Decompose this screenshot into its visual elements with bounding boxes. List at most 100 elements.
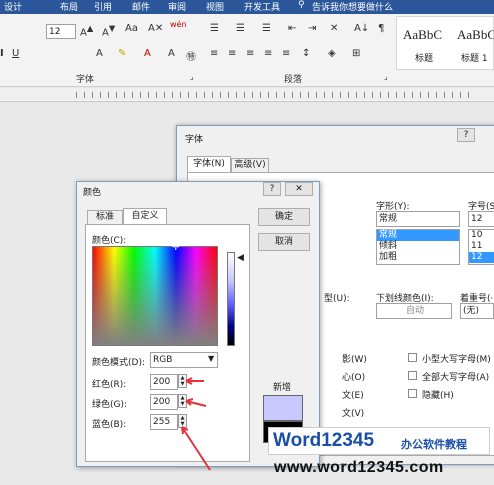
chinese-layout-icon[interactable]: ✕: [330, 23, 338, 34]
numbering-icon[interactable]: ☰: [236, 23, 245, 34]
font-size-option[interactable]: 12: [469, 252, 494, 263]
red-input[interactable]: 200: [150, 374, 178, 390]
underline-button[interactable]: U: [12, 48, 19, 59]
cancel-button[interactable]: 取消: [258, 233, 310, 251]
blue-label: 蓝色(B):: [92, 420, 127, 430]
effect-shadow-label: 影(W): [342, 355, 367, 365]
tab-font[interactable]: 字体(N): [187, 156, 231, 172]
font-size-input[interactable]: 12: [468, 211, 494, 227]
blue-input[interactable]: 255: [150, 414, 178, 430]
spectrum-cursor-icon: ✛: [172, 243, 180, 253]
green-label: 绿色(G):: [92, 400, 128, 410]
enclose-char-icon[interactable]: ㊕: [186, 48, 196, 63]
tab-design[interactable]: 设计: [4, 0, 22, 13]
char-shade-icon[interactable]: A: [168, 48, 175, 59]
decrease-indent-icon[interactable]: ⇤: [288, 23, 296, 34]
highlight-icon[interactable]: ✎: [118, 48, 126, 59]
case-icon[interactable]: Aa: [125, 23, 138, 34]
italic-button[interactable]: I: [0, 48, 4, 59]
show-marks-icon[interactable]: ¶: [378, 23, 384, 34]
font-color-icon[interactable]: A: [144, 48, 151, 59]
small-caps-label: 小型大写字母(M): [422, 355, 491, 365]
font-size-list[interactable]: 10 11 12: [468, 229, 494, 265]
font-style-option[interactable]: 常规: [377, 230, 459, 241]
tab-standard[interactable]: 标准: [87, 210, 123, 224]
font-style-list[interactable]: 常规 倾斜 加粗: [376, 229, 460, 265]
increase-indent-icon[interactable]: ⇥: [308, 23, 316, 34]
custom-tab-panel: 颜色(C): ✛ ◀ 颜色模式(D): RGB ▼ 红色(R): 200 ▲ ▼ …: [85, 224, 250, 462]
red-spinner[interactable]: ▲ ▼: [178, 374, 187, 388]
color-model-label: 颜色模式(D):: [92, 358, 145, 368]
tab-custom[interactable]: 自定义: [123, 208, 167, 225]
font-style-option[interactable]: 倾斜: [377, 241, 459, 252]
font-size-option[interactable]: 10: [469, 230, 494, 241]
align-left-icon[interactable]: ≡: [210, 48, 218, 59]
group-label-font: 字体: [76, 75, 95, 85]
close-icon[interactable]: ✕: [285, 182, 313, 196]
luminance-slider[interactable]: [227, 252, 235, 346]
watermark: Word12345 办公软件教程 www.word12345.com: [260, 427, 494, 485]
watermark-slogan: 办公软件教程: [401, 438, 467, 451]
tab-advanced[interactable]: 高级(V): [231, 158, 269, 172]
luminance-pointer-icon[interactable]: ◀: [237, 253, 244, 263]
tab-developer[interactable]: 开发工具: [244, 0, 280, 13]
hidden-checkbox[interactable]: [408, 389, 417, 398]
sort-icon[interactable]: A↓: [354, 23, 369, 34]
effect-outline-label: 心(O): [342, 373, 366, 383]
chevron-down-icon[interactable]: ▼: [208, 354, 214, 363]
shading-icon[interactable]: ◈: [328, 48, 336, 59]
justify-icon[interactable]: ≡: [264, 48, 272, 59]
bullets-icon[interactable]: ☰: [210, 23, 219, 34]
blue-spinner[interactable]: ▲ ▼: [178, 414, 187, 428]
tab-view[interactable]: 视图: [206, 0, 224, 13]
green-input[interactable]: 200: [150, 394, 178, 410]
effect-emboss-label: 文(E): [342, 391, 364, 401]
align-center-icon[interactable]: ≡: [228, 48, 236, 59]
shrink-font-icon[interactable]: A▼: [102, 23, 115, 38]
horizontal-ruler[interactable]: [0, 88, 494, 102]
tab-review[interactable]: 审阅: [168, 0, 186, 13]
font-style-option[interactable]: 加粗: [377, 252, 459, 263]
style-name-title: 标题: [415, 54, 434, 64]
color-help-button[interactable]: ?: [263, 182, 281, 196]
style-sample-heading1[interactable]: AaBbC: [457, 27, 494, 43]
emphasis-select[interactable]: (无): [460, 303, 494, 319]
tab-mailings[interactable]: 邮件: [132, 0, 150, 13]
watermark-brand: Word12345: [273, 430, 375, 451]
all-caps-label: 全部大写字母(A): [422, 373, 490, 383]
line-spacing-icon[interactable]: ↕: [302, 48, 310, 59]
red-label: 红色(R):: [92, 380, 127, 390]
font-size-option[interactable]: 11: [469, 241, 494, 252]
color-dialog: 颜色 ? ✕ 标准 自定义 颜色(C): ✛ ◀ 颜色模式(D): RGB ▼ …: [76, 181, 320, 467]
all-caps-checkbox[interactable]: [408, 371, 417, 380]
green-spinner[interactable]: ▲ ▼: [178, 394, 187, 408]
align-right-icon[interactable]: ≡: [246, 48, 254, 59]
multilevel-icon[interactable]: ☰: [262, 23, 271, 34]
tell-me-search[interactable]: 告诉我你想要做什么: [312, 0, 393, 13]
group-label-paragraph: 段落: [284, 75, 303, 85]
text-effect-icon[interactable]: A: [96, 48, 103, 59]
clear-format-icon[interactable]: A✕: [148, 23, 163, 34]
new-color-swatch: [263, 395, 303, 421]
colors-label: 颜色(C):: [92, 236, 127, 246]
phonetic-icon[interactable]: wén: [170, 20, 187, 29]
font-size-select[interactable]: 12: [46, 24, 76, 39]
font-dialog-launcher-icon[interactable]: ⌟: [190, 72, 194, 81]
ruler-ticks: [76, 92, 476, 98]
distribute-icon[interactable]: ≡: [282, 48, 290, 59]
watermark-banner: Word12345 办公软件教程: [268, 427, 490, 455]
font-help-button[interactable]: ?: [457, 128, 475, 142]
underline-color-select[interactable]: 自动: [376, 303, 452, 319]
borders-icon[interactable]: ⊞: [352, 48, 360, 59]
font-style-input[interactable]: 常规: [376, 211, 460, 227]
small-caps-checkbox[interactable]: [408, 353, 417, 362]
paragraph-dialog-launcher-icon[interactable]: ⌟: [384, 72, 388, 81]
ok-button[interactable]: 确定: [258, 208, 310, 226]
style-sample-title[interactable]: AaBbC: [403, 27, 442, 43]
effect-engrave-label: 文(V): [342, 409, 365, 419]
tab-references[interactable]: 引用: [94, 0, 112, 13]
color-spectrum[interactable]: [92, 246, 218, 346]
grow-font-icon[interactable]: A▲: [80, 23, 93, 38]
font-dialog-title: 字体: [185, 135, 204, 145]
tab-layout[interactable]: 布局: [60, 0, 78, 13]
